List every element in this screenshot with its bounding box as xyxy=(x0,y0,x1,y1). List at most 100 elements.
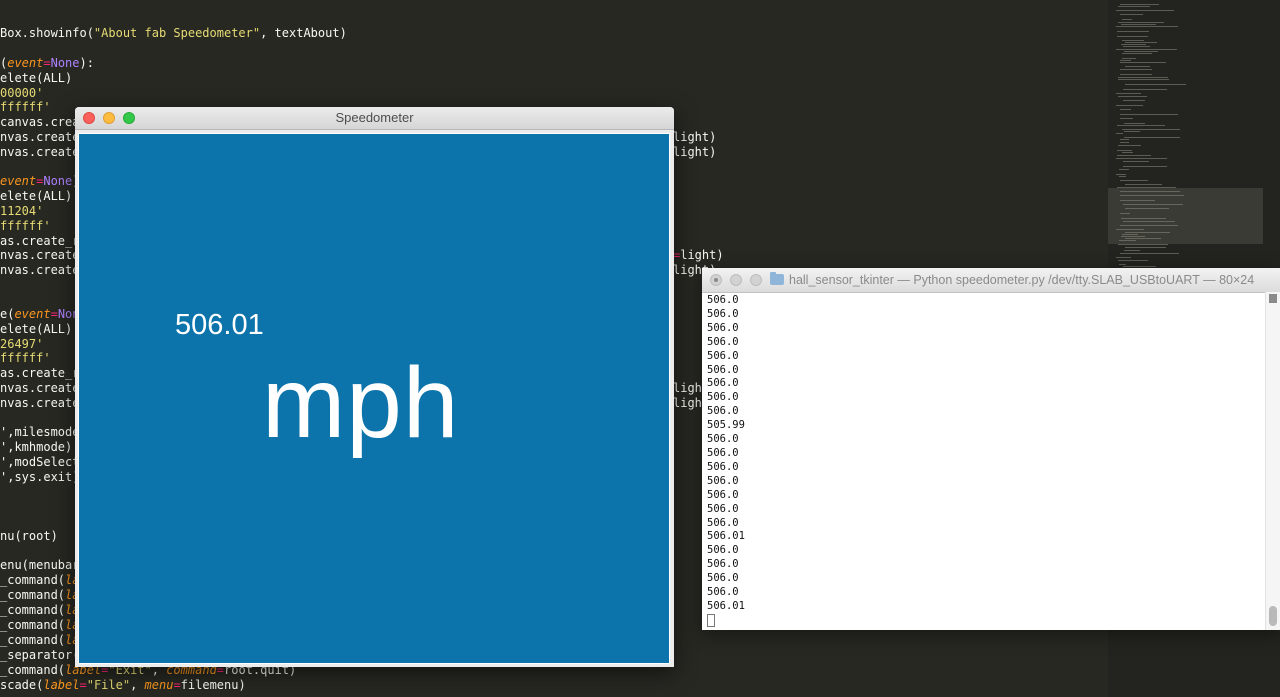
minimap-line xyxy=(1123,46,1150,47)
code-token: scade( xyxy=(0,678,44,692)
terminal-output-line: 506.01 xyxy=(707,530,745,543)
terminal-window[interactable]: hall_sensor_tkinter — Python speedometer… xyxy=(702,268,1280,630)
code-line: nu(root) xyxy=(0,529,58,544)
minimap-line xyxy=(1120,14,1143,15)
code-line: light) xyxy=(673,130,716,145)
minimap-line xyxy=(1116,158,1167,159)
minimap-line xyxy=(1118,260,1148,261)
code-line: nvas.create_ xyxy=(0,248,87,263)
code-token: light) xyxy=(673,145,717,159)
terminal-scrollbar[interactable] xyxy=(1265,292,1280,630)
minimap-line xyxy=(1120,225,1178,226)
code-token: _separator( xyxy=(0,648,80,662)
code-token: Box.showinfo( xyxy=(0,26,94,40)
terminal-output-line: 506.0 xyxy=(707,405,739,418)
minimap-line xyxy=(1124,131,1140,132)
terminal-title: hall_sensor_tkinter — Python speedometer… xyxy=(789,273,1255,287)
minimap-line xyxy=(1119,176,1126,177)
minimap-line xyxy=(1120,180,1148,181)
code-token: "About fab Speedometer" xyxy=(93,26,261,40)
code-line: nvas.create_ xyxy=(0,396,87,411)
terminal-prompt-line[interactable] xyxy=(707,613,1262,628)
code-line: nvas.create_ xyxy=(0,381,87,396)
code-line: _command(lab xyxy=(0,573,87,588)
minimap-line xyxy=(1119,264,1126,265)
code-line: scade(label="File", menu=filemenu) xyxy=(0,678,246,693)
code-token: canvas.crea xyxy=(0,115,80,129)
minimap-line xyxy=(1125,66,1150,67)
minimap-line xyxy=(1118,79,1169,80)
code-token: as.create_re xyxy=(0,366,87,380)
code-line: event=None) xyxy=(0,174,80,189)
minimap-line xyxy=(1120,60,1131,61)
minimap-line xyxy=(1118,244,1168,245)
minimap-line xyxy=(1120,253,1179,254)
minimap-line xyxy=(1118,77,1168,78)
menu-icon[interactable] xyxy=(1269,294,1277,303)
code-token: , textAbout) xyxy=(260,26,347,40)
minimap-line xyxy=(1122,40,1144,41)
terminal-output-line: 506.0 xyxy=(707,335,739,348)
speedometer-window[interactable]: Speedometer 506.01 mph xyxy=(75,107,674,667)
minimap-line xyxy=(1116,105,1143,106)
terminal-titlebar[interactable]: hall_sensor_tkinter — Python speedometer… xyxy=(702,268,1280,293)
minimap-line xyxy=(1120,62,1166,63)
minimap-line xyxy=(1125,238,1161,239)
minimap-line xyxy=(1125,42,1157,43)
code-token: _command( xyxy=(0,573,66,587)
minimize-icon[interactable] xyxy=(730,274,742,286)
terminal-output-line: 506.0 xyxy=(707,474,739,487)
minimap-line xyxy=(1123,100,1145,101)
minimap-line xyxy=(1122,234,1138,235)
terminal-output-line: 506.0 xyxy=(707,391,739,404)
terminal-output[interactable]: 506.0 506.0 506.0 506.0 506.0 506.0 506.0 506.0… xyxy=(707,294,1262,628)
minimap-line xyxy=(1125,247,1166,248)
minimap-line xyxy=(1122,19,1132,20)
minimap-line xyxy=(1116,257,1131,258)
zoom-icon[interactable] xyxy=(750,274,762,286)
terminal-output-line: 506.0 xyxy=(707,586,739,599)
terminal-output-line: 506.0 xyxy=(707,460,739,473)
code-token: , xyxy=(130,678,145,692)
minimap-line xyxy=(1124,123,1145,124)
terminal-output-line: 506.0 xyxy=(707,377,739,390)
terminal-output-line: 506.0 xyxy=(707,446,739,459)
terminal-output-line: 506.0 xyxy=(707,502,739,515)
minimap-line xyxy=(1117,187,1176,188)
code-token: nvas.create_ xyxy=(0,130,87,144)
terminal-output-line: 506.0 xyxy=(707,349,739,362)
minimap-line xyxy=(1117,150,1132,151)
code-token: label xyxy=(43,678,80,692)
terminal-output-line: 506.0 xyxy=(707,294,739,306)
speedometer-titlebar[interactable]: Speedometer xyxy=(75,107,674,130)
minimap-line xyxy=(1125,184,1162,185)
terminal-output-line: 506.0 xyxy=(707,572,739,585)
code-line: ',milesmode xyxy=(0,425,79,440)
minimap-line xyxy=(1124,51,1158,52)
minimap-line xyxy=(1120,139,1129,140)
code-token: light) xyxy=(680,248,724,262)
code-line: _command(lab xyxy=(0,603,87,618)
close-icon[interactable] xyxy=(710,274,722,286)
code-token: "File" xyxy=(86,678,131,692)
terminal-output-line: 506.0 xyxy=(707,363,739,376)
terminal-output-line: 506.0 xyxy=(707,516,739,529)
minimap-line xyxy=(1120,142,1129,143)
speedometer-canvas[interactable]: 506.01 mph xyxy=(78,133,670,664)
minimap-line xyxy=(1123,204,1183,205)
code-token: = xyxy=(79,678,87,692)
code-token: None xyxy=(43,174,73,188)
code-token: ffffff' xyxy=(0,351,51,365)
minimap-line xyxy=(1120,114,1178,115)
minimap-line xyxy=(1121,218,1166,219)
speed-unit-label: mph xyxy=(262,347,460,459)
minimap-line xyxy=(1117,31,1149,32)
minimap-line xyxy=(1116,26,1178,27)
minimap-line xyxy=(1123,166,1167,167)
minimap-line xyxy=(1122,129,1180,130)
minimap-line xyxy=(1116,93,1141,94)
minimap-line xyxy=(1125,232,1170,233)
minimap-line xyxy=(1116,49,1177,50)
scrollbar-thumb[interactable] xyxy=(1269,606,1277,626)
text-cursor xyxy=(707,613,715,627)
